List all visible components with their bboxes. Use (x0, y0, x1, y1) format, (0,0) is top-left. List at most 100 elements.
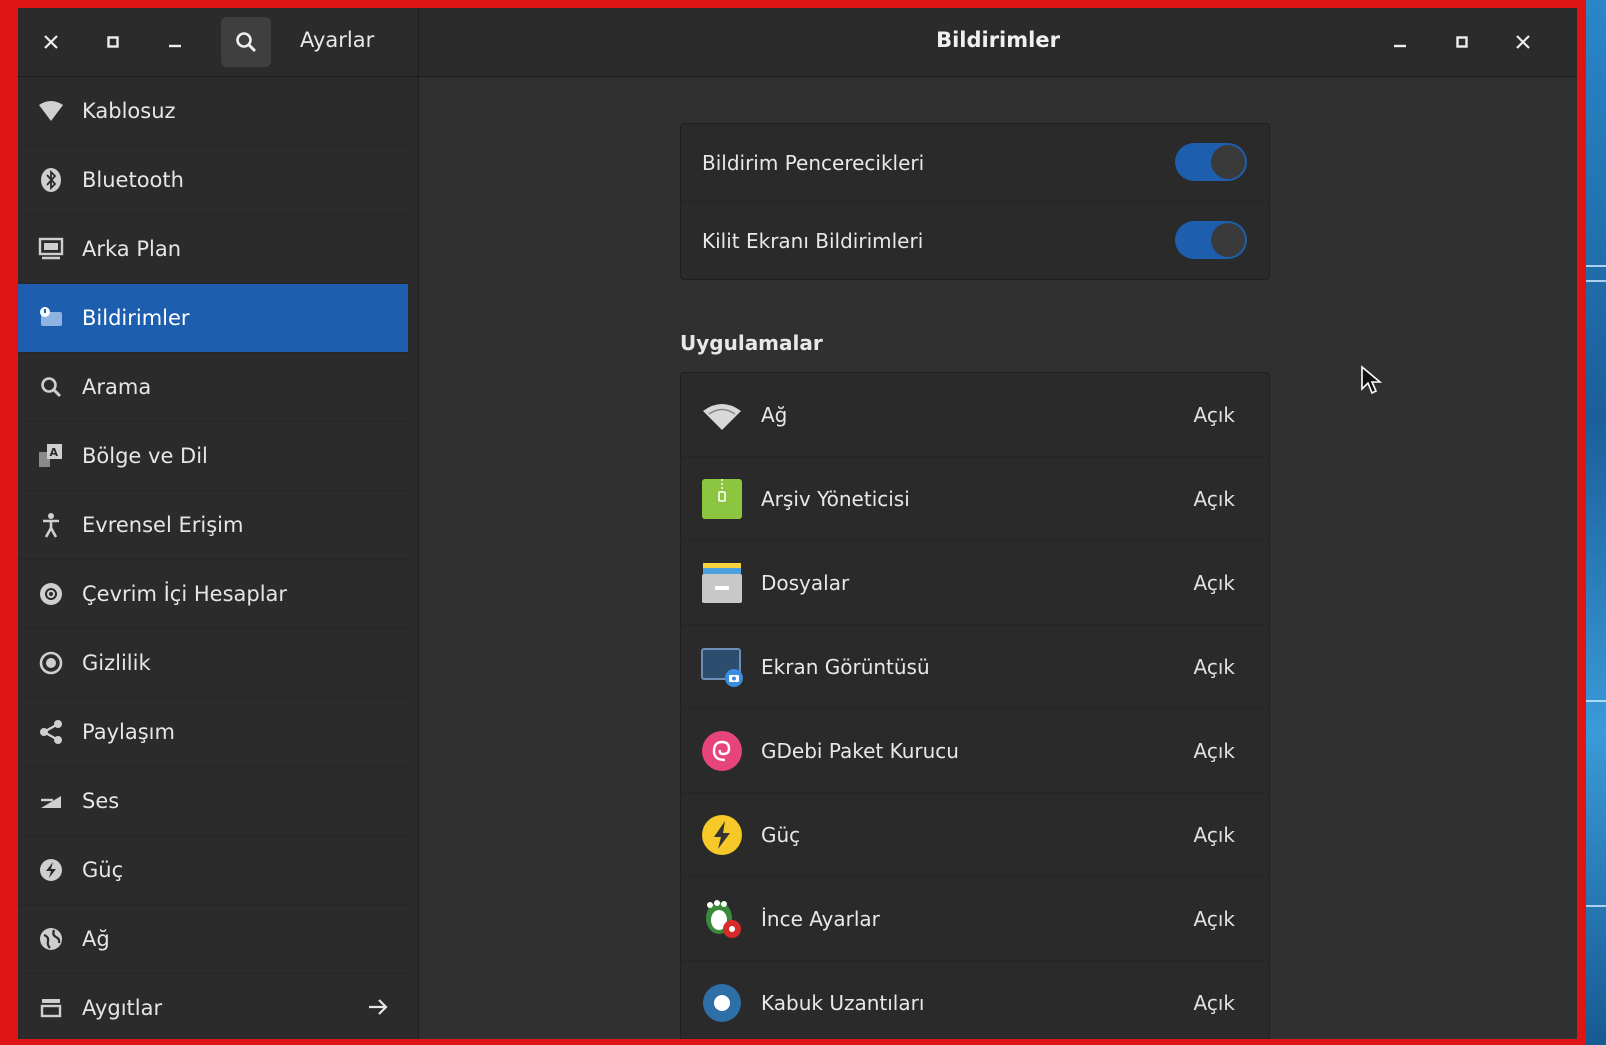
app-status: Açık (1193, 738, 1235, 763)
minimize-button[interactable] (158, 25, 192, 59)
app-name: Güç (761, 822, 801, 847)
sidebar-item-label: Paylaşım (82, 720, 175, 744)
notification-settings-card: Bildirim Pencerecikleri Kilit Ekranı Bil… (680, 123, 1270, 280)
app-row-dosyalar[interactable]: Dosyalar Açık (681, 541, 1269, 625)
sidebar-item-bluetooth[interactable]: Bluetooth (18, 146, 408, 215)
sidebar-item-arama[interactable]: Arama (18, 353, 408, 422)
app-name: Arşiv Yöneticisi (761, 486, 910, 511)
minimize-button-right[interactable] (1383, 25, 1417, 59)
archive-manager-icon (701, 478, 743, 520)
screenshot-icon (701, 646, 743, 688)
sidebar-item-guc[interactable]: Güç (18, 836, 408, 905)
display-icon (37, 235, 65, 263)
popups-label: Bildirim Pencerecikleri (702, 150, 925, 175)
sidebar-item-gizlilik[interactable]: Gizlilik (18, 629, 408, 698)
apps-section-title: Uygulamalar (680, 331, 823, 355)
apps-list: Ağ Açık Arşiv Yöneticisi Açık Dosyalar A… (680, 372, 1270, 1039)
sidebar-header: Ayarlar (18, 8, 419, 77)
sidebar: Kablosuz Bluetooth Arka Plan Bildirimler… (18, 77, 419, 1039)
app-name: Dosyalar (761, 570, 850, 595)
app-row-gdebi-paket-kurucu[interactable]: GDebi Paket Kurucu Açık (681, 709, 1269, 793)
sidebar-item-label: Evrensel Erişim (82, 513, 244, 537)
sidebar-item-label: Kablosuz (82, 99, 176, 123)
app-row-arsiv-yoneticisi[interactable]: Arşiv Yöneticisi Açık (681, 457, 1269, 541)
search-icon (236, 32, 257, 53)
popups-toggle[interactable] (1175, 143, 1247, 181)
arrow-right-icon (368, 996, 388, 1020)
sidebar-item-label: Aygıtlar (82, 996, 163, 1020)
minimize-icon (169, 44, 181, 48)
notification-icon (37, 304, 65, 332)
app-row-ag[interactable]: Ağ Açık (681, 373, 1269, 457)
files-icon (701, 562, 743, 604)
close-button-right[interactable] (1506, 25, 1540, 59)
svg-text:A: A (50, 446, 59, 459)
sidebar-item-ag[interactable]: Ağ (18, 905, 408, 974)
maximize-button[interactable] (96, 25, 130, 59)
settings-window: Ayarlar Bildirimler Kablosuz Bluetooth A… (18, 8, 1577, 1039)
app-status: Açık (1193, 570, 1235, 595)
sidebar-item-aygitlar[interactable]: Aygıtlar (18, 974, 408, 1039)
app-name: İnce Ayarlar (761, 906, 880, 931)
sound-icon (37, 787, 65, 815)
app-row-guc[interactable]: Güç Açık (681, 793, 1269, 877)
power-app-icon (701, 814, 743, 856)
sidebar-item-label: Bildirimler (82, 306, 190, 330)
close-icon (44, 35, 58, 49)
sidebar-item-evrensel-erisim[interactable]: Evrensel Erişim (18, 491, 408, 560)
mouse-cursor-icon (1361, 365, 1382, 395)
lockscreen-row[interactable]: Kilit Ekranı Bildirimleri (681, 202, 1269, 279)
app-status: Açık (1193, 906, 1235, 931)
maximize-icon (1456, 36, 1468, 48)
accessibility-icon (37, 511, 65, 539)
network-wifi-icon (701, 394, 743, 436)
app-name: Ağ (761, 402, 788, 427)
popups-row[interactable]: Bildirim Pencerecikleri (681, 124, 1269, 202)
app-name: GDebi Paket Kurucu (761, 738, 959, 763)
app-status: Açık (1193, 402, 1235, 427)
search-icon (37, 373, 65, 401)
online-accounts-icon (37, 580, 65, 608)
sidebar-item-bolge-ve-dil[interactable]: A Bölge ve Dil (18, 422, 408, 491)
app-status: Açık (1193, 990, 1235, 1015)
lockscreen-toggle[interactable] (1175, 221, 1247, 259)
sidebar-item-label: Çevrim İçi Hesaplar (82, 582, 288, 606)
window-frame: Ayarlar Bildirimler Kablosuz Bluetooth A… (0, 0, 1586, 1045)
app-name: Ekran Görüntüsü (761, 654, 930, 679)
sidebar-item-kablosuz[interactable]: Kablosuz (18, 77, 408, 146)
sidebar-item-bildirimler[interactable]: Bildirimler (18, 284, 408, 353)
search-button[interactable] (221, 17, 271, 67)
app-status: Açık (1193, 486, 1235, 511)
shell-extensions-icon (701, 982, 743, 1024)
region-language-icon: A (37, 442, 65, 470)
minimize-icon (1394, 44, 1406, 48)
sidebar-item-label: Ağ (82, 927, 110, 951)
devices-icon (37, 994, 65, 1022)
privacy-icon (37, 649, 65, 677)
app-row-ekran-goruntusu[interactable]: Ekran Görüntüsü Açık (681, 625, 1269, 709)
lockscreen-label: Kilit Ekranı Bildirimleri (702, 228, 924, 253)
power-icon (37, 856, 65, 884)
sidebar-item-paylasim[interactable]: Paylaşım (18, 698, 408, 767)
sidebar-item-label: Gizlilik (82, 651, 151, 675)
sidebar-item-ses[interactable]: Ses (18, 767, 408, 836)
app-status: Açık (1193, 822, 1235, 847)
desktop-background (1586, 0, 1606, 1045)
sidebar-item-label: Güç (82, 858, 124, 882)
sidebar-item-label: Arama (82, 375, 152, 399)
sidebar-item-label: Bölge ve Dil (82, 444, 208, 468)
wifi-icon (37, 97, 65, 125)
app-status: Açık (1193, 654, 1235, 679)
content-header: Bildirimler (419, 8, 1577, 77)
maximize-button-right[interactable] (1445, 25, 1479, 59)
sidebar-item-cevrim-ici-hesaplar[interactable]: Çevrim İçi Hesaplar (18, 560, 408, 629)
app-name: Kabuk Uzantıları (761, 990, 925, 1015)
app-row-kabuk-uzantilari[interactable]: Kabuk Uzantıları Açık (681, 961, 1269, 1039)
tweaks-icon (701, 898, 743, 940)
main-content: Bildirim Pencerecikleri Kilit Ekranı Bil… (419, 77, 1577, 1039)
sidebar-item-label: Bluetooth (82, 168, 184, 192)
sidebar-item-arka-plan[interactable]: Arka Plan (18, 215, 408, 284)
app-row-ince-ayarlar[interactable]: İnce Ayarlar Açık (681, 877, 1269, 961)
close-button[interactable] (34, 25, 68, 59)
maximize-icon (107, 36, 119, 48)
